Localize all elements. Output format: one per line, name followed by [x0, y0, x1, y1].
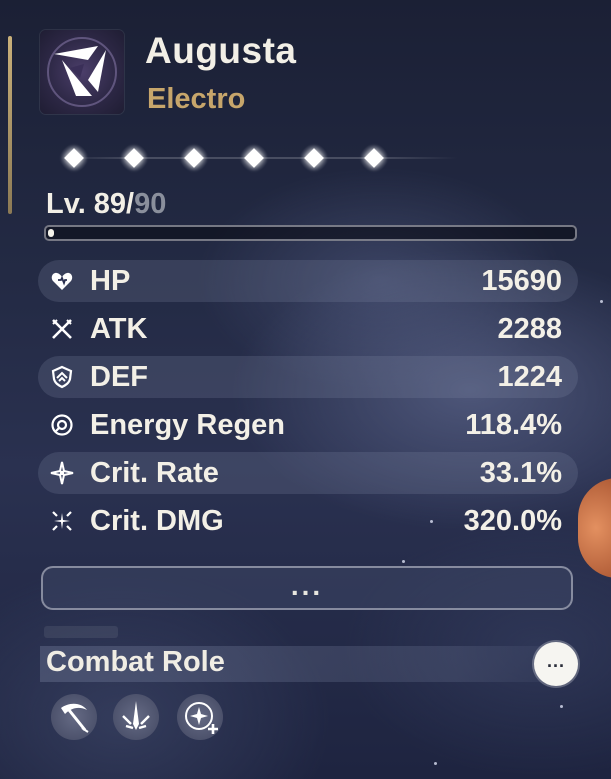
constellation-star[interactable]: [240, 144, 268, 172]
constellation-star[interactable]: [360, 144, 388, 172]
stat-label: HP: [90, 265, 131, 297]
character-name: Augusta: [145, 30, 297, 71]
combat-role-info-label: ...: [546, 651, 565, 671]
electro-element-icon: [40, 30, 124, 114]
stat-label: Energy Regen: [90, 409, 285, 441]
stat-row-crit-rate[interactable]: Crit. Rate 33.1%: [38, 452, 578, 494]
energy-regen-icon: [51, 414, 73, 436]
stat-value: 33.1%: [479, 457, 562, 489]
hp-heart-icon: [51, 272, 73, 290]
def-shield-icon: [51, 365, 73, 389]
stat-row-atk[interactable]: ATK 2288: [38, 308, 578, 350]
stat-row-def[interactable]: DEF 1224: [38, 356, 578, 398]
character-element: Electro: [147, 83, 246, 115]
stat-value: 320.0%: [463, 505, 562, 537]
more-stats-button[interactable]: ...: [41, 566, 573, 610]
constellation-star[interactable]: [120, 144, 148, 172]
stat-label: Crit. DMG: [90, 505, 224, 537]
crit-dmg-icon: [52, 511, 72, 531]
level-max: 90: [134, 188, 167, 220]
combat-role-title: Combat Role: [46, 646, 225, 678]
constellation-star[interactable]: [60, 144, 88, 172]
stat-value: 2288: [497, 313, 562, 345]
constellation-star[interactable]: [180, 144, 208, 172]
constellation-star[interactable]: [300, 144, 328, 172]
stat-value: 118.4%: [465, 409, 562, 441]
character-model-edge: [578, 478, 611, 578]
crit-rate-icon: [50, 461, 74, 485]
combat-role-info-button[interactable]: ...: [534, 642, 578, 686]
stat-row-crit-dmg[interactable]: Crit. DMG 320.0%: [38, 500, 578, 542]
background-star: [434, 762, 437, 765]
stat-label: ATK: [90, 313, 148, 345]
constellation-row: [58, 140, 478, 176]
star-plus-role-icon[interactable]: [177, 694, 223, 740]
section-tag: [44, 626, 118, 638]
sword-burst-role-icon[interactable]: [113, 694, 159, 740]
background-star: [402, 560, 405, 563]
header-accent-bar: [8, 36, 12, 214]
level-progress-bar: [44, 225, 577, 241]
level-current: Lv. 89/: [46, 188, 135, 220]
atk-swords-icon: [52, 319, 72, 339]
stat-label: DEF: [90, 361, 148, 393]
stat-row-energy-regen[interactable]: Energy Regen 118.4%: [38, 404, 578, 446]
character-level: Lv. 89/90: [46, 188, 166, 221]
stat-value: 15690: [481, 265, 562, 297]
level-progress-fill: [48, 229, 54, 237]
stat-row-hp[interactable]: HP 15690: [38, 260, 578, 302]
background-star: [560, 705, 563, 708]
stat-value: 1224: [497, 361, 562, 393]
background-star: [600, 300, 603, 303]
stat-label: Crit. Rate: [90, 457, 219, 489]
scythe-role-icon[interactable]: [51, 694, 97, 740]
more-stats-button-label: ...: [290, 570, 324, 601]
